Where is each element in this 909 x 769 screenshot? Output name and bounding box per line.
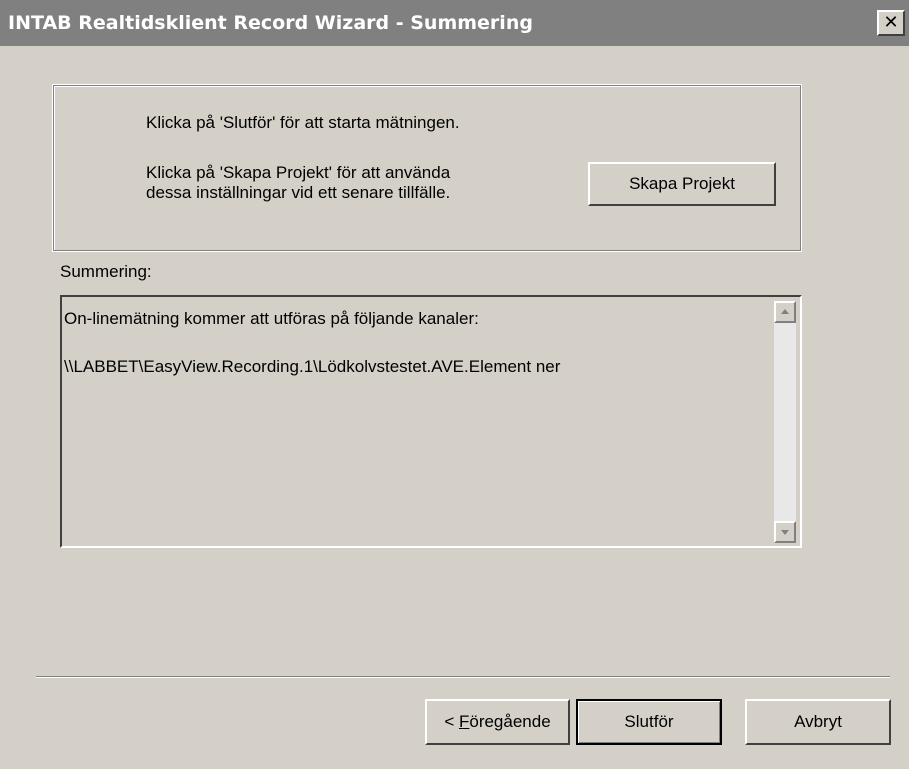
- summary-line-channels: On-linemätning kommer att utföras på föl…: [64, 309, 479, 328]
- wizard-window: INTAB Realtidsklient Record Wizard - Sum…: [0, 0, 909, 769]
- create-project-button[interactable]: Skapa Projekt: [588, 162, 776, 206]
- arrow-down-icon: [781, 530, 789, 535]
- instructions-panel: Klicka på 'Slutför' för att starta mätni…: [52, 84, 802, 252]
- previous-label: öregående: [469, 712, 551, 731]
- finish-button[interactable]: Slutför: [576, 699, 722, 745]
- scroll-up-button[interactable]: [774, 301, 796, 323]
- close-icon: ✕: [883, 12, 899, 33]
- close-button[interactable]: ✕: [877, 10, 905, 36]
- previous-mnemonic: F: [458, 712, 470, 731]
- summary-textbox[interactable]: On-linemätning kommer att utföras på föl…: [60, 295, 802, 548]
- title-bar[interactable]: INTAB Realtidsklient Record Wizard - Sum…: [0, 0, 909, 46]
- scroll-down-button[interactable]: [774, 521, 796, 543]
- arrow-up-icon: [781, 309, 789, 314]
- instruction-finish-text: Klicka på 'Slutför' för att starta mätni…: [146, 113, 460, 132]
- cancel-button[interactable]: Avbryt: [745, 699, 891, 745]
- footer-separator: [36, 676, 890, 678]
- previous-button[interactable]: < Föregående: [425, 699, 570, 745]
- instruction-project-text-line2: dessa inställningar vid ett senare tillf…: [146, 183, 451, 202]
- vertical-scrollbar[interactable]: [774, 301, 796, 543]
- window-title: INTAB Realtidsklient Record Wizard - Sum…: [8, 12, 533, 34]
- summary-line-channel-path: \\LABBET\EasyView.Recording.1\Lödkolvste…: [64, 357, 561, 376]
- previous-prefix: <: [444, 712, 459, 731]
- summary-label: Summering:: [60, 262, 152, 281]
- instruction-project-text-line1: Klicka på 'Skapa Projekt' för att använd…: [146, 163, 451, 182]
